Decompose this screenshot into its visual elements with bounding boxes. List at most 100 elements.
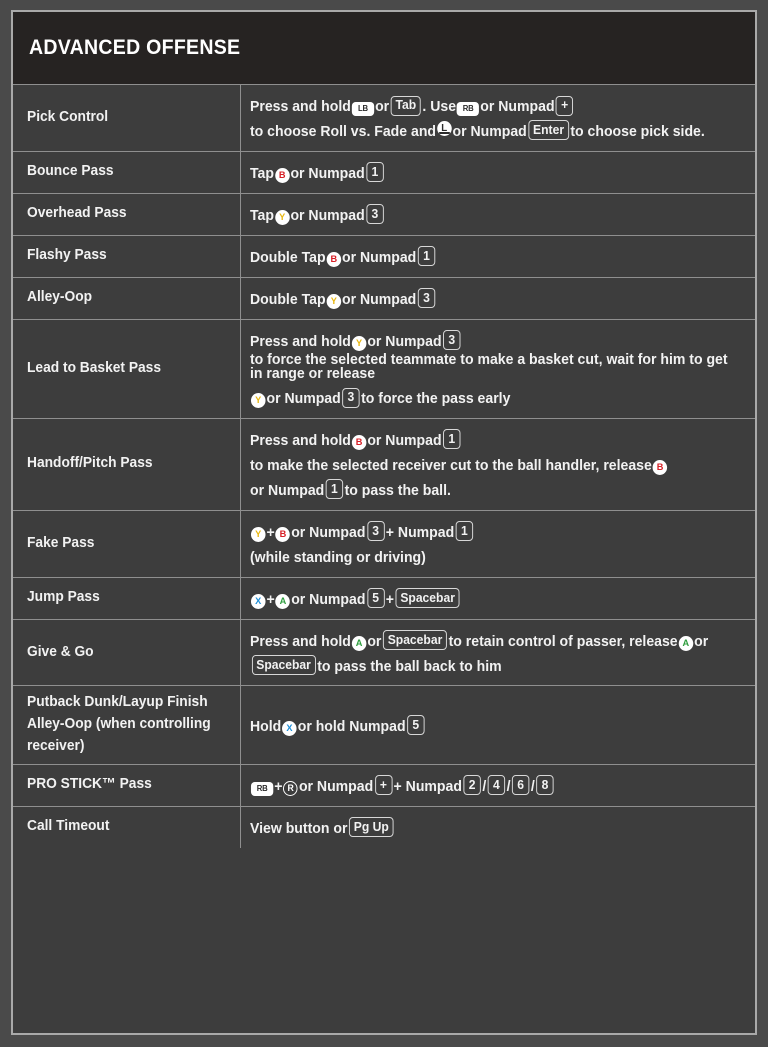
instruction-text: + Numpad: [385, 524, 455, 541]
control-name-label: Flashy Pass: [27, 247, 107, 264]
table-row: Bounce Pass Tap B or Numpad 1: [13, 151, 755, 194]
gamepad-button-y-icon: Y: [250, 393, 266, 408]
table-row: Lead to Basket Pass Press and hold Y or N…: [13, 319, 755, 419]
table-body: Pick Control Press and hold LB or Tab. Us…: [13, 85, 755, 848]
gamepad-button-y-icon: Y: [274, 209, 290, 225]
keyboard-key-2: 2: [463, 775, 481, 796]
control-binding-cell: Press and hold A or Spacebar to retain c…: [241, 620, 755, 686]
instruction-text: +: [385, 591, 395, 608]
gamepad-bumper-rb-icon: RB: [250, 781, 274, 796]
control-name-cell: PRO STICK™ Pass: [13, 764, 241, 806]
instruction-text: to choose pick side.: [570, 123, 705, 140]
table-row: Give & Go Press and hold A or Spacebar to…: [13, 619, 755, 687]
control-name-label: Pick Control: [27, 109, 109, 126]
control-name-cell: Alley-Oop: [13, 277, 241, 319]
control-binding-cell: Press and hold LB or Tab. Use RB or Nump…: [241, 85, 755, 151]
instruction-text: to retain control of passer, release: [448, 633, 678, 650]
control-binding-text: Tap B or Numpad 1: [250, 160, 385, 185]
keyboard-key-1: 1: [455, 521, 474, 542]
control-name-cell: Overhead Pass: [13, 193, 241, 235]
table-row: Call Timeout View button or Pg Up: [13, 806, 755, 848]
control-binding-text: Double Tap B or Numpad 1: [250, 244, 437, 269]
control-binding-text: View button or Pg Up: [250, 815, 395, 840]
control-binding-cell: Hold X or hold Numpad 5: [241, 686, 755, 763]
table-row: Jump Pass X + A or Numpad 5 + Spacebar: [13, 577, 755, 620]
control-binding-text: Tap Y or Numpad 3: [250, 202, 385, 227]
instruction-text: Press and hold: [250, 333, 351, 350]
instruction-text: + Numpad: [393, 778, 462, 795]
instruction-text: Press and hold: [250, 99, 351, 115]
instruction-text: or Numpad: [250, 482, 325, 499]
control-name-cell: Bounce Pass: [13, 151, 241, 193]
control-name-label: Lead to Basket Pass: [27, 359, 161, 376]
instruction-text: . Use: [422, 99, 457, 115]
keyboard-key--: +: [374, 775, 393, 796]
instruction-text: or Numpad: [291, 591, 366, 608]
gamepad-button-b-icon: B: [326, 251, 342, 267]
instruction-text: Hold: [250, 718, 282, 735]
control-name-label: Fake Pass: [27, 534, 95, 551]
control-name-label: Call Timeout: [27, 818, 110, 835]
instruction-text: or Numpad: [367, 333, 442, 350]
control-name-cell: Handoff/Pitch Pass: [13, 418, 241, 510]
gamepad-button-b-icon: B: [274, 167, 290, 183]
instruction-text: /: [482, 778, 487, 795]
control-binding-text: RB + R or Numpad + + Numpad 2 / 4 / 6 / …: [250, 773, 555, 798]
control-binding-cell: RB + R or Numpad + + Numpad 2 / 4 / 6 / …: [241, 765, 755, 806]
keyboard-key-3: 3: [443, 330, 461, 351]
control-binding-cell: Double Tap B or Numpad 1: [241, 236, 755, 277]
control-binding-text: X + A or Numpad 5 + Spacebar: [250, 586, 461, 611]
table-row: Putback Dunk/Layup Finish Alley-Oop (whe…: [13, 686, 755, 765]
gamepad-button-b-icon: B: [275, 526, 291, 542]
keyboard-key-8: 8: [536, 775, 554, 796]
instruction-text: +: [266, 524, 275, 541]
keyboard-key-1: 1: [366, 162, 384, 183]
keyboard-key-spacebar: Spacebar: [251, 655, 316, 675]
keyboard-key-3: 3: [366, 521, 385, 542]
control-binding-text: Press and hold A or Spacebar to retain c…: [250, 628, 730, 678]
keyboard-key-pg-up: Pg Up: [348, 817, 394, 838]
instruction-text: or Numpad: [342, 249, 417, 266]
control-name-label: Overhead Pass: [27, 205, 127, 222]
gamepad-bumper-lb-icon: LB: [351, 102, 375, 116]
control-name-label: Putback Dunk/Layup Finish Alley-Oop (whe…: [27, 694, 211, 754]
control-binding-text: Hold X or hold Numpad 5: [250, 713, 426, 738]
control-name-cell: Flashy Pass: [13, 235, 241, 277]
control-binding-text: Press and hold LB or Tab. Use RB or Nump…: [250, 93, 730, 143]
keyboard-key-1: 1: [325, 479, 344, 500]
instruction-text: or Numpad: [452, 123, 527, 140]
instruction-text: Press and hold: [250, 633, 351, 650]
instruction-text: to force the pass early: [361, 391, 511, 407]
gamepad-right-stick-icon: R: [283, 780, 298, 796]
instruction-text: or: [367, 633, 382, 650]
control-binding-cell: Press and hold Y or Numpad 3 to force th…: [241, 320, 755, 418]
instruction-text: or Numpad: [480, 99, 555, 115]
control-name-label: PRO STICK™ Pass: [27, 776, 152, 793]
gamepad-button-x-icon: X: [250, 593, 266, 609]
gamepad-button-b-icon: B: [652, 459, 668, 475]
keyboard-key-1: 1: [443, 429, 461, 450]
gamepad-button-b-icon: B: [351, 434, 367, 450]
control-binding-cell: Double Tap Y or Numpad 3: [241, 278, 755, 319]
gamepad-bumper-rb-icon: RB: [457, 102, 480, 116]
control-binding-cell: Tap B or Numpad 1: [241, 152, 755, 193]
instruction-text: to pass the ball.: [344, 482, 451, 499]
control-name-label: Alley-Oop: [27, 289, 93, 306]
control-name-label: Bounce Pass: [27, 163, 114, 180]
table-row: PRO STICK™ Pass RB + R or Numpad + + Nump…: [13, 764, 755, 807]
control-binding-cell: Press and hold B or Numpad 1 to make the…: [241, 419, 755, 510]
gamepad-button-a-icon: A: [678, 635, 694, 651]
keyboard-key-enter: Enter: [528, 120, 569, 141]
control-binding-cell: Tap Y or Numpad 3: [241, 194, 755, 235]
table-row: Alley-Oop Double Tap Y or Numpad 3: [13, 277, 755, 320]
control-binding-cell: View button or Pg Up: [241, 807, 755, 848]
table-row: Pick Control Press and hold LB or Tab. Us…: [13, 85, 755, 152]
instruction-text: Tap: [250, 165, 274, 182]
keyboard-key-3: 3: [417, 288, 436, 309]
instruction-text: (while standing or driving): [250, 549, 426, 566]
keyboard-key-6: 6: [511, 775, 530, 796]
gamepad-button-x-icon: X: [282, 720, 297, 736]
keyboard-key-5: 5: [366, 588, 385, 609]
keyboard-key-tab: Tab: [390, 95, 421, 116]
instruction-text: or Numpad: [291, 524, 366, 541]
